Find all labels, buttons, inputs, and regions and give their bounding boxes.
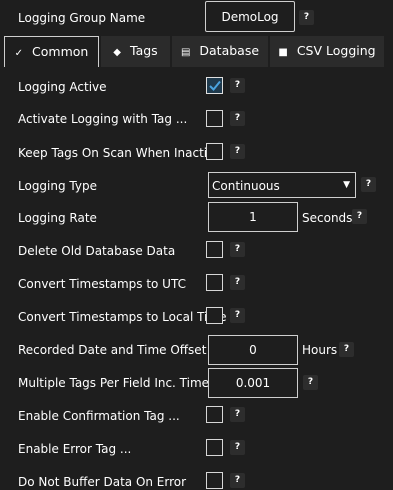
do-not-buffer-help-button[interactable]: ?: [230, 473, 245, 488]
logging-type-label: Logging Type: [18, 179, 97, 193]
multiple-tags-per-field-input[interactable]: [208, 368, 298, 398]
do-not-buffer-label: Do Not Buffer Data On Error: [18, 475, 187, 489]
date-time-offset-help-button[interactable]: ?: [339, 342, 354, 357]
list-check-icon: ✓: [14, 48, 24, 59]
delete-old-data-label: Delete Old Database Data: [18, 244, 176, 258]
convert-local-label: Convert Timestamps to Local Time: [18, 310, 227, 324]
delete-old-data-checkbox[interactable]: [206, 241, 223, 258]
do-not-buffer-checkbox[interactable]: [206, 472, 223, 489]
enable-error-tag-checkbox[interactable]: [206, 439, 223, 456]
logging-active-checkbox[interactable]: [206, 77, 223, 94]
activate-logging-with-tag-help-button[interactable]: ?: [230, 111, 245, 126]
group-name-help-button[interactable]: ?: [299, 10, 314, 25]
tab-tags-label: Tags: [130, 43, 158, 58]
convert-local-help-button[interactable]: ?: [230, 308, 245, 323]
logging-rate-input[interactable]: [208, 202, 298, 232]
enable-confirmation-tag-label: Enable Confirmation Tag ...: [18, 409, 180, 423]
convert-utc-checkbox[interactable]: [206, 274, 223, 291]
date-time-offset-input[interactable]: [208, 335, 298, 365]
date-time-offset-unit: Hours: [302, 343, 338, 357]
checkmark-icon: [209, 80, 221, 91]
enable-error-tag-help-button[interactable]: ?: [230, 440, 245, 455]
csv-file-icon: ■: [278, 47, 288, 58]
enable-confirmation-tag-help-button[interactable]: ?: [230, 407, 245, 422]
convert-utc-label: Convert Timestamps to UTC: [18, 277, 186, 291]
keep-tags-on-scan-label: Keep Tags On Scan When Inactive: [18, 146, 222, 160]
delete-old-data-help-button[interactable]: ?: [230, 242, 245, 257]
tab-csv-logging[interactable]: ■ CSV Logging: [270, 36, 384, 67]
activate-logging-with-tag-checkbox[interactable]: [206, 110, 223, 127]
tab-database[interactable]: ▤ Database: [172, 36, 268, 67]
logging-group-name-input[interactable]: [205, 1, 295, 32]
enable-confirmation-tag-checkbox[interactable]: [206, 406, 223, 423]
logging-active-help-button[interactable]: ?: [230, 78, 245, 93]
convert-utc-help-button[interactable]: ?: [230, 275, 245, 290]
logging-type-help-button[interactable]: ?: [361, 177, 376, 192]
multiple-tags-per-field-help-button[interactable]: ?: [303, 375, 318, 390]
date-time-offset-label: Recorded Date and Time Offset: [18, 343, 207, 357]
logging-group-name-label: Logging Group Name: [18, 11, 146, 25]
chevron-down-icon: ▼: [343, 180, 350, 190]
tab-common[interactable]: ✓ Common: [4, 36, 99, 67]
convert-local-checkbox[interactable]: [206, 307, 223, 324]
logging-type-select[interactable]: Continuous ▼: [208, 172, 356, 198]
tab-bar: ✓ Common ◆ Tags ▤ Database ■ CSV Logging: [0, 36, 393, 67]
tab-tags[interactable]: ◆ Tags: [101, 36, 170, 67]
logging-rate-label: Logging Rate: [18, 211, 97, 225]
multiple-tags-per-field-label: Multiple Tags Per Field Inc. Time: [18, 376, 210, 390]
database-icon: ▤: [180, 47, 191, 58]
keep-tags-on-scan-checkbox[interactable]: [206, 143, 223, 160]
tab-csv-logging-label: CSV Logging: [296, 43, 376, 58]
enable-error-tag-label: Enable Error Tag ...: [18, 442, 132, 456]
keep-tags-on-scan-help-button[interactable]: ?: [230, 144, 245, 159]
logging-rate-unit: Seconds: [302, 211, 353, 225]
tag-icon: ◆: [113, 47, 121, 58]
logging-active-label: Logging Active: [18, 80, 107, 94]
logging-type-value: Continuous: [212, 179, 280, 193]
tab-database-label: Database: [199, 43, 260, 58]
activate-logging-with-tag-label: Activate Logging with Tag ...: [18, 112, 188, 126]
tab-common-label: Common: [32, 44, 89, 59]
logging-rate-help-button[interactable]: ?: [352, 209, 367, 224]
